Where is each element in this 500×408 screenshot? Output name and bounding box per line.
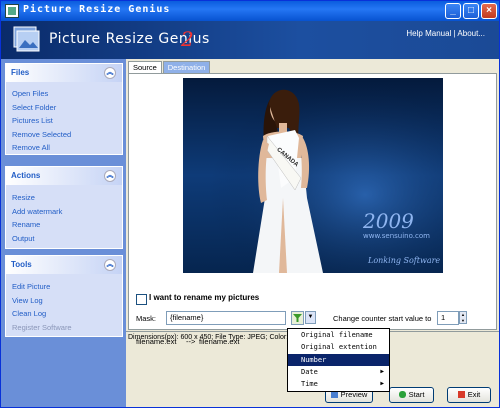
close-button[interactable]: × bbox=[481, 3, 497, 19]
watermark-year: 2009 bbox=[362, 209, 414, 233]
about-link[interactable]: About... bbox=[457, 29, 485, 38]
rename-checkbox[interactable] bbox=[136, 294, 147, 305]
watermark-brand: Lonking Software bbox=[367, 256, 440, 265]
watermark-url: www.sensuino.com bbox=[363, 232, 430, 240]
filter-icon[interactable] bbox=[291, 311, 304, 325]
exit-icon bbox=[457, 391, 465, 398]
start-button[interactable]: Start bbox=[389, 387, 434, 403]
preview-to-filename: filename.ext bbox=[199, 337, 240, 346]
preview-icon bbox=[330, 391, 338, 398]
start-button-label: Start bbox=[408, 390, 425, 399]
actions-panel-title: Actions bbox=[11, 171, 41, 180]
sidebar-item-resize[interactable]: Resize bbox=[12, 191, 122, 205]
exit-button-label: Exit bbox=[467, 390, 481, 399]
mask-label: Mask: bbox=[136, 314, 157, 323]
menu-item-number[interactable]: Number bbox=[288, 353, 389, 366]
maximize-button[interactable]: □ bbox=[463, 3, 479, 19]
collapse-chevron-icon[interactable]: ︽ bbox=[104, 67, 116, 79]
sidebar-item-open-files[interactable]: Open Files bbox=[12, 87, 122, 101]
menu-item-date[interactable]: Date ▶ bbox=[288, 366, 389, 378]
actions-panel-header[interactable]: Actions ︽ bbox=[6, 167, 122, 185]
counter-input[interactable]: 1 bbox=[437, 311, 459, 325]
sidebar-item-pictures-list[interactable]: Pictures List bbox=[12, 114, 122, 128]
collapse-chevron-icon[interactable]: ︽ bbox=[104, 170, 116, 182]
start-icon bbox=[398, 391, 406, 398]
submenu-arrow-icon: ▶ bbox=[380, 367, 384, 375]
app-icon bbox=[5, 4, 19, 18]
rename-checkbox-label[interactable]: I want to rename my pictures bbox=[149, 293, 259, 302]
files-panel-title: Files bbox=[11, 68, 30, 77]
sidebar-item-output[interactable]: Output bbox=[12, 232, 122, 246]
app-header: Picture Resize Genius 2 Help Manual | Ab… bbox=[1, 21, 499, 59]
menu-item-date-label: Date bbox=[301, 367, 318, 376]
tools-panel: Tools ︽ Edit Picture View Log Clean Log … bbox=[5, 255, 123, 337]
counter-spinner[interactable]: ▲ ▼ bbox=[459, 311, 467, 324]
title-bar[interactable]: Picture Resize Genius _ □ × bbox=[1, 1, 499, 21]
files-panel-header[interactable]: Files ︽ bbox=[6, 64, 122, 82]
menu-item-original-extension[interactable]: Original extention bbox=[288, 341, 389, 353]
files-panel: Files ︽ Open Files Select Folder Picture… bbox=[5, 63, 123, 155]
sidebar-item-view-log[interactable]: View Log bbox=[12, 294, 122, 308]
sidebar-item-select-folder[interactable]: Select Folder bbox=[12, 101, 122, 115]
help-manual-link[interactable]: Help Manual bbox=[406, 29, 451, 38]
photo-image: 2009 www.sensuino.com Lonking Software C… bbox=[183, 78, 443, 273]
exit-button[interactable]: Exit bbox=[447, 387, 491, 403]
window-title: Picture Resize Genius bbox=[23, 4, 171, 15]
menu-separator: | bbox=[453, 29, 456, 38]
collapse-chevron-icon[interactable]: ︽ bbox=[104, 259, 116, 271]
sidebar-item-remove-selected[interactable]: Remove Selected bbox=[12, 128, 122, 142]
menu-item-original-filename[interactable]: Original filename bbox=[288, 329, 389, 341]
app-logo-icon bbox=[13, 26, 40, 52]
submenu-arrow-icon: ▶ bbox=[380, 380, 384, 388]
mask-dropdown-button[interactable]: ▼ bbox=[305, 311, 316, 324]
image-preview-frame: 2009 www.sensuino.com Lonking Software C… bbox=[128, 73, 497, 330]
preview-from-filename: filename.ext bbox=[136, 337, 177, 346]
sidebar-item-clean-log[interactable]: Clean Log bbox=[12, 307, 122, 321]
preview-arrow: --> bbox=[186, 337, 196, 346]
actions-panel: Actions ︽ Resize Add watermark Rename Ou… bbox=[5, 166, 123, 249]
menu-item-time[interactable]: Time ▶ bbox=[288, 378, 389, 390]
minimize-button[interactable]: _ bbox=[445, 3, 461, 19]
destination-photo: 2009 www.sensuino.com Lonking Software C… bbox=[183, 78, 443, 273]
header-menu: Help Manual | About... bbox=[406, 29, 485, 38]
tools-panel-header[interactable]: Tools ︽ bbox=[6, 256, 122, 274]
sidebar-item-add-watermark[interactable]: Add watermark bbox=[12, 205, 122, 219]
sidebar: Files ︽ Open Files Select Folder Picture… bbox=[1, 59, 126, 407]
sidebar-item-rename[interactable]: Rename bbox=[12, 218, 122, 232]
sidebar-item-register-software: Register Software bbox=[12, 322, 72, 332]
tools-panel-title: Tools bbox=[11, 260, 32, 269]
sidebar-item-edit-picture[interactable]: Edit Picture bbox=[12, 280, 122, 294]
counter-label: Change counter start value to bbox=[333, 314, 432, 323]
mask-input[interactable]: {filename} bbox=[166, 311, 286, 325]
main-window: Picture Resize Genius _ □ × Picture Resi… bbox=[0, 0, 500, 408]
app-version: 2 bbox=[181, 27, 194, 51]
sidebar-item-remove-all[interactable]: Remove All bbox=[12, 141, 122, 155]
mask-tag-menu: Original filename Original extention Num… bbox=[287, 328, 390, 392]
menu-item-time-label: Time bbox=[301, 380, 318, 389]
